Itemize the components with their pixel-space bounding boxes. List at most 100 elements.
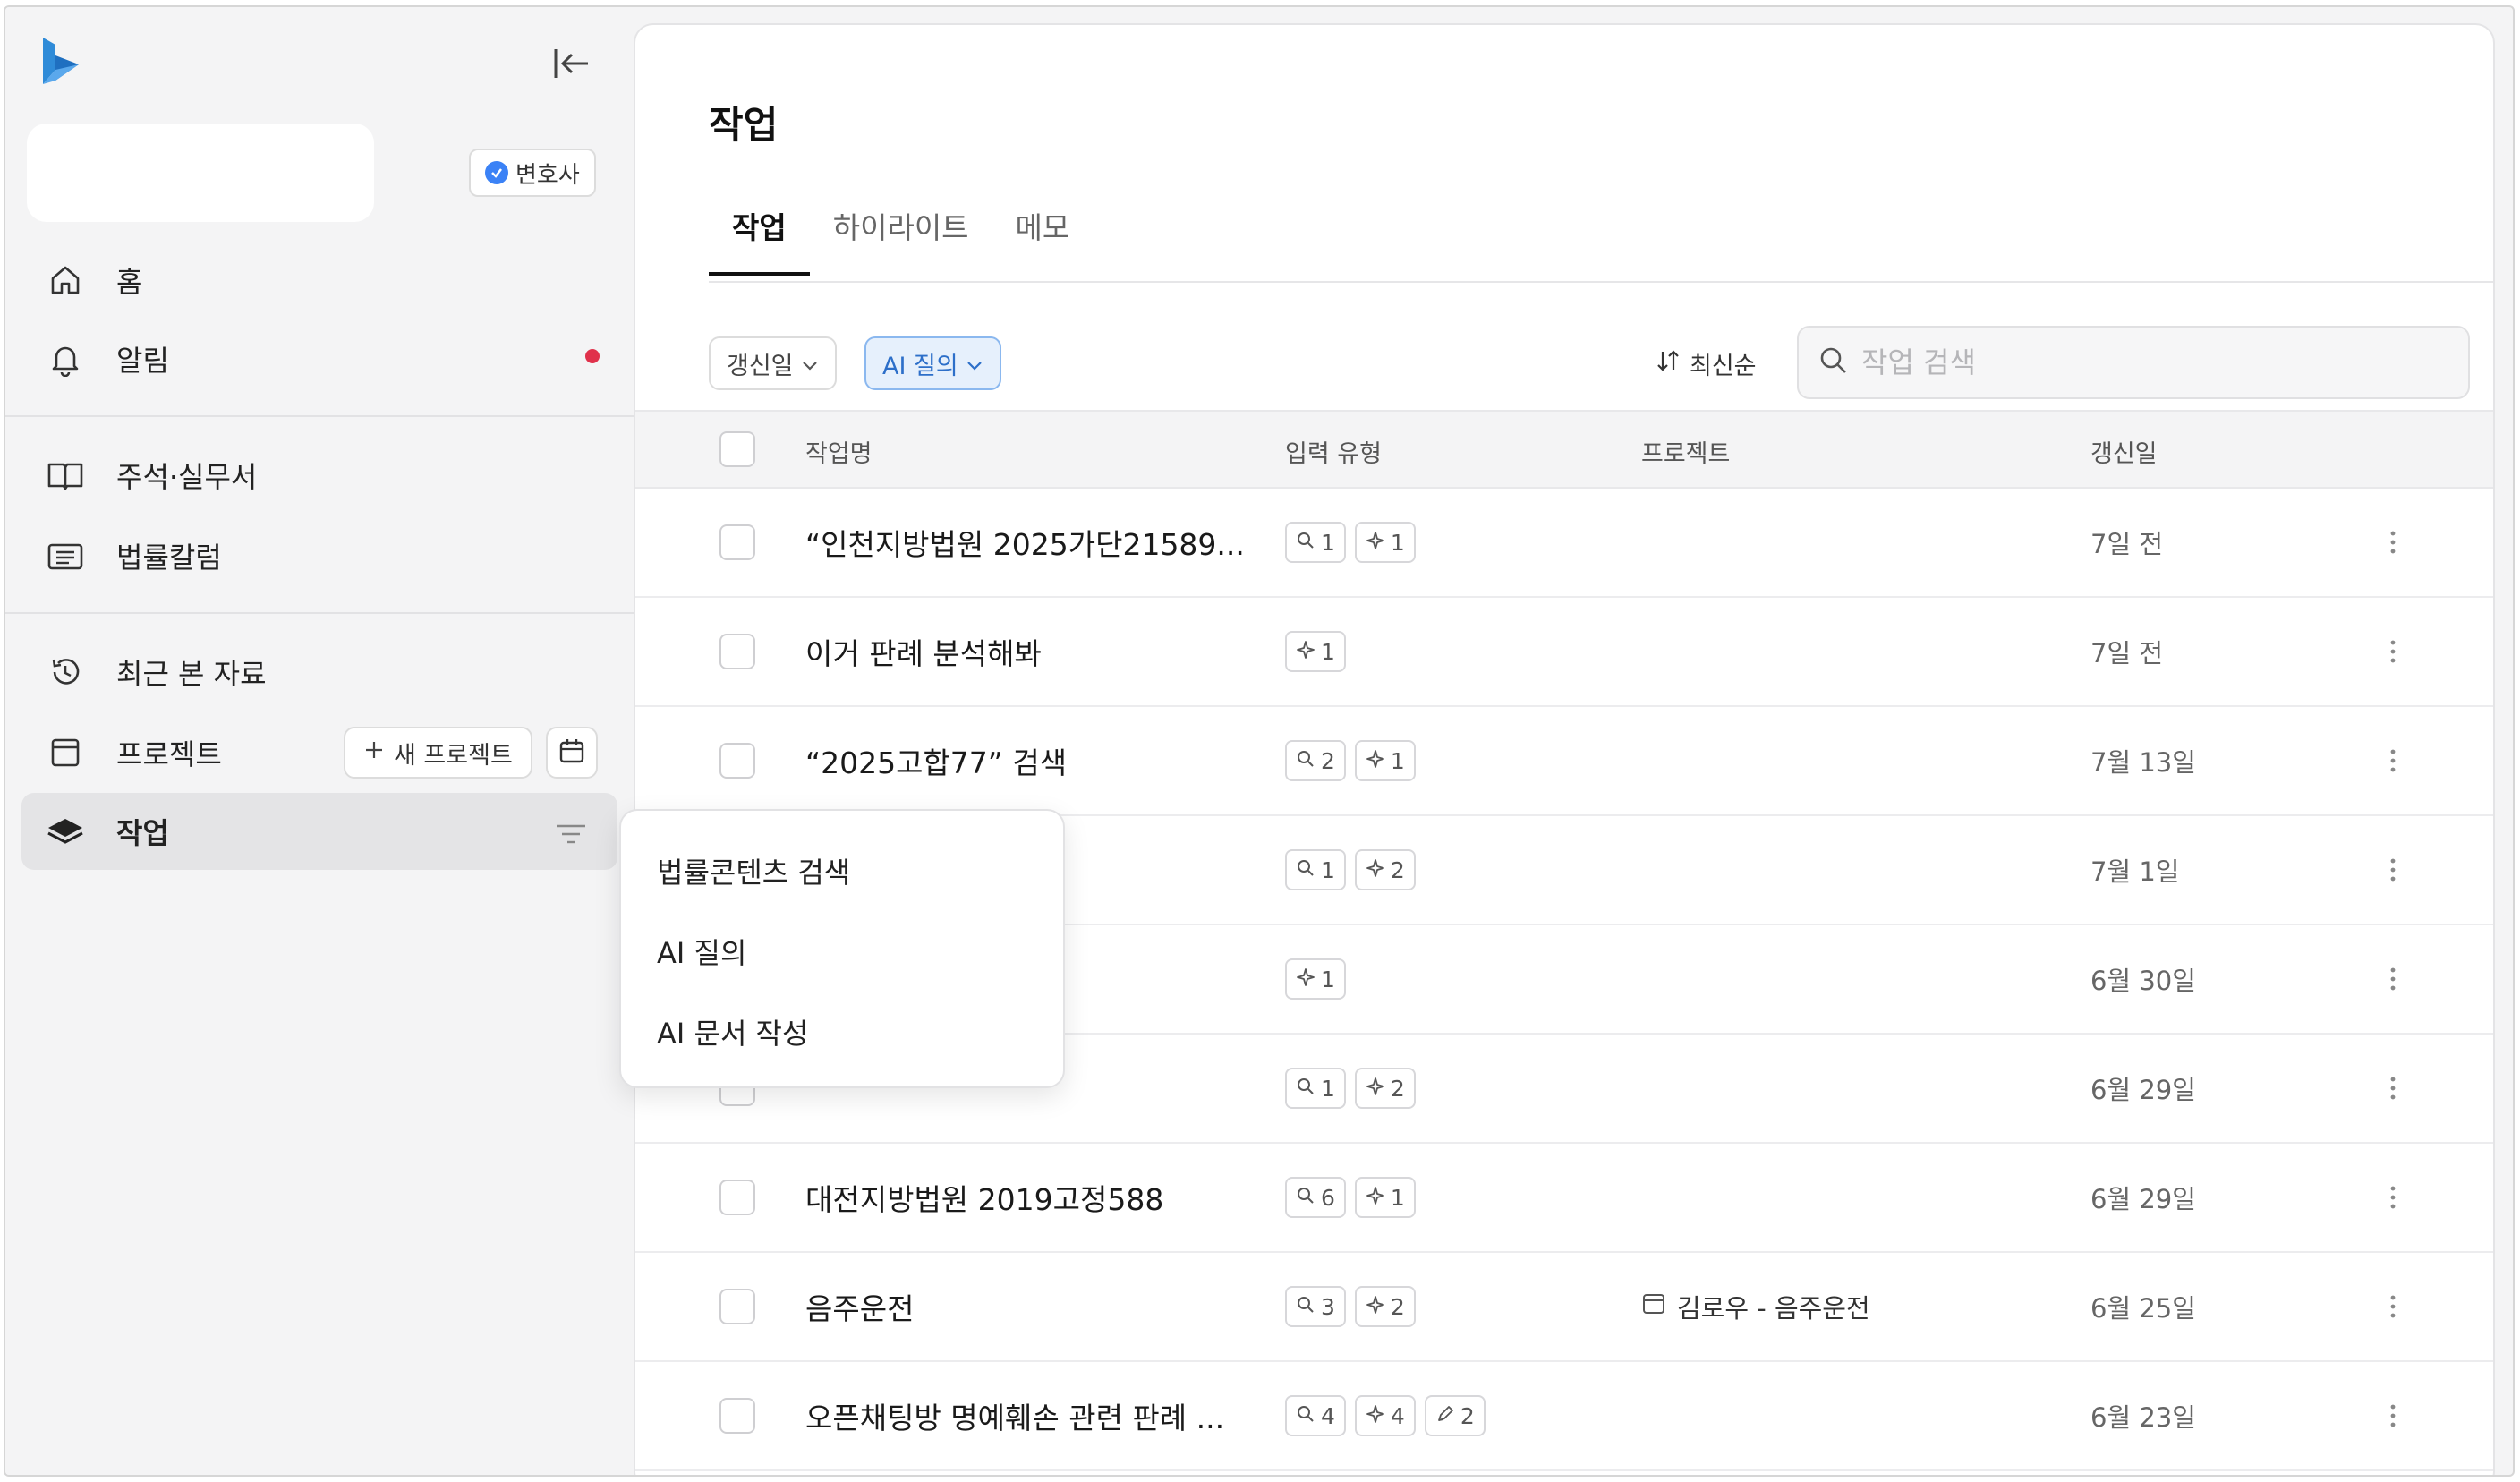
chevron-down-icon — [966, 350, 983, 378]
updated-date: 7월 1일 — [2090, 856, 2180, 887]
type-filter-chip[interactable]: AI 질의 — [864, 336, 1001, 390]
search-count-icon — [1296, 1076, 1315, 1102]
input-type-badge: 1 — [1285, 522, 1346, 563]
search-count-icon — [1296, 1294, 1315, 1320]
task-name[interactable]: 대전지방법원 2019고정588 — [805, 1144, 1253, 1251]
notification-dot — [585, 349, 600, 363]
tab-highlights[interactable]: 하이라이트 — [810, 204, 992, 274]
input-types: 12 — [1285, 816, 1416, 924]
sidebar-item-notifications[interactable]: 알림 — [21, 320, 617, 397]
updated-date: 7일 전 — [2090, 638, 2164, 669]
more-options-icon[interactable] — [2375, 598, 2411, 705]
row-checkbox[interactable] — [719, 634, 755, 669]
row-checkbox[interactable] — [719, 1289, 755, 1324]
tab-memos[interactable]: 메모 — [992, 204, 1094, 274]
project-name: 김로우 - 음주운전 — [1677, 1293, 1870, 1324]
sort-label: 최신순 — [1690, 352, 1757, 380]
sidebar-item-commentary[interactable]: 주석·실무서 — [21, 437, 617, 514]
input-types: 4 4 2 — [1285, 1362, 1486, 1469]
ai-sparkle-icon — [1366, 857, 1385, 883]
updated-date: 6월 30일 — [2090, 966, 2196, 996]
task-name[interactable]: 오픈채팅방 명예훼손 관련 판례 ... — [805, 1362, 1253, 1469]
search-count-icon — [1296, 748, 1315, 774]
home-icon — [45, 260, 86, 301]
badge-count: 2 — [1321, 747, 1335, 774]
task-name[interactable]: “2025고합77” 검색 — [805, 707, 1253, 814]
row-checkbox[interactable] — [719, 1398, 755, 1434]
more-options-icon[interactable] — [2375, 1362, 2411, 1469]
sidebar-item-home[interactable]: 홈 — [21, 242, 617, 319]
select-all-checkbox[interactable] — [719, 431, 755, 467]
sidebar-item-label: 법률칼럼 — [116, 541, 222, 575]
search-input[interactable] — [1861, 345, 2434, 379]
pen-icon — [1435, 1403, 1455, 1429]
input-types: 61 — [1285, 1144, 1416, 1251]
table-row[interactable]: 대전지방법원 2019고정588 61 6월 29일 — [635, 1144, 2493, 1253]
chip-label: AI 질의 — [882, 352, 958, 380]
header-updated[interactable]: 갱신일 — [2090, 412, 2158, 490]
ai-sparkle-icon — [1366, 530, 1385, 556]
project-cell[interactable]: 김로우 - 음주운전 — [1641, 1253, 1870, 1360]
calendar-icon — [558, 737, 585, 768]
filter-icon[interactable] — [553, 816, 589, 852]
header-name[interactable]: 작업명 — [805, 412, 873, 490]
more-options-icon[interactable] — [2375, 1144, 2411, 1251]
tab-tasks[interactable]: 작업 — [709, 204, 810, 276]
badge-count: 1 — [1390, 1184, 1405, 1211]
search-count-icon — [1296, 1185, 1315, 1211]
header-input-type[interactable]: 입력 유형 — [1285, 412, 1382, 490]
dropdown-item-ai-document[interactable]: AI 문서 작성 — [621, 992, 1063, 1072]
task-name[interactable]: “인천지방법원 2025가단21589... — [805, 489, 1253, 596]
sidebar-item-label: 최근 본 자료 — [116, 657, 267, 691]
badge-count: 1 — [1321, 1075, 1335, 1102]
date-filter-chip[interactable]: 갱신일 — [709, 336, 837, 390]
sidebar-item-label: 프로젝트 — [116, 737, 222, 771]
badge-count: 2 — [1390, 1293, 1405, 1320]
header-project[interactable]: 프로젝트 — [1641, 412, 1730, 490]
badge-count: 4 — [1321, 1402, 1335, 1429]
input-types: 21 — [1285, 707, 1416, 814]
table-row[interactable]: 이거 판례 분석해봐 1 7일 전 — [635, 598, 2493, 707]
dropdown-item-ai-query[interactable]: AI 질의 — [621, 911, 1063, 992]
table-row[interactable]: 음주운전 32 김로우 - 음주운전 6월 25일 — [635, 1253, 2493, 1362]
sidebar: 변호사 홈 알림 주석·실무서 법률칼럼 최근 본 자료 프로젝트 새 프로젝트… — [5, 7, 634, 1475]
task-name[interactable]: 이거 판례 분석해봐 — [805, 598, 1253, 705]
app-logo[interactable] — [39, 34, 82, 88]
table-header: 작업명 입력 유형 프로젝트 갱신일 — [635, 410, 2493, 489]
row-checkbox[interactable] — [719, 1180, 755, 1215]
sidebar-item-recent[interactable]: 최근 본 자료 — [21, 634, 617, 711]
more-options-icon[interactable] — [2375, 816, 2411, 924]
input-types: 12 — [1285, 1035, 1416, 1142]
task-name[interactable]: 음주운전 — [805, 1253, 1253, 1360]
input-type-badge: 1 — [1285, 958, 1346, 1000]
table-row[interactable]: “인천지방법원 2025가단21589... 11 7일 전 — [635, 489, 2493, 598]
sidebar-item-tasks[interactable]: 작업 — [21, 793, 617, 870]
more-options-icon[interactable] — [2375, 707, 2411, 814]
calendar-button[interactable] — [546, 727, 598, 779]
table-row[interactable]: “2025고합77” 검색 21 7월 13일 — [635, 707, 2493, 816]
layers-icon — [45, 811, 86, 852]
ai-sparkle-icon — [1296, 639, 1315, 665]
more-options-icon[interactable] — [2375, 489, 2411, 596]
input-type-badge: 2 — [1354, 1068, 1416, 1109]
collapse-sidebar-icon[interactable] — [548, 39, 596, 88]
row-checkbox[interactable] — [719, 743, 755, 779]
sidebar-item-projects[interactable]: 프로젝트 — [21, 714, 326, 791]
sidebar-item-columns[interactable]: 법률칼럼 — [21, 517, 617, 594]
more-options-icon[interactable] — [2375, 1253, 2411, 1360]
search-count-icon — [1296, 857, 1315, 883]
more-options-icon[interactable] — [2375, 925, 2411, 1033]
input-type-badge: 3 — [1285, 1286, 1346, 1327]
row-checkbox[interactable] — [719, 524, 755, 560]
profile-card[interactable] — [27, 124, 374, 222]
sort-button[interactable]: 최신순 — [1656, 340, 1757, 387]
bell-icon — [45, 338, 86, 379]
archive-box-icon — [45, 732, 86, 773]
table-row[interactable]: 오픈채팅방 명예훼손 관련 판례 ... 4 4 2 6월 23일 — [635, 1362, 2493, 1471]
input-type-badge: 1 — [1354, 740, 1416, 781]
ai-sparkle-icon — [1296, 967, 1315, 992]
new-project-button[interactable]: 새 프로젝트 — [344, 727, 532, 779]
more-options-icon[interactable] — [2375, 1035, 2411, 1142]
sidebar-item-label: 작업 — [116, 816, 169, 850]
dropdown-item-legal-search[interactable]: 법률콘텐츠 검색 — [621, 830, 1063, 911]
